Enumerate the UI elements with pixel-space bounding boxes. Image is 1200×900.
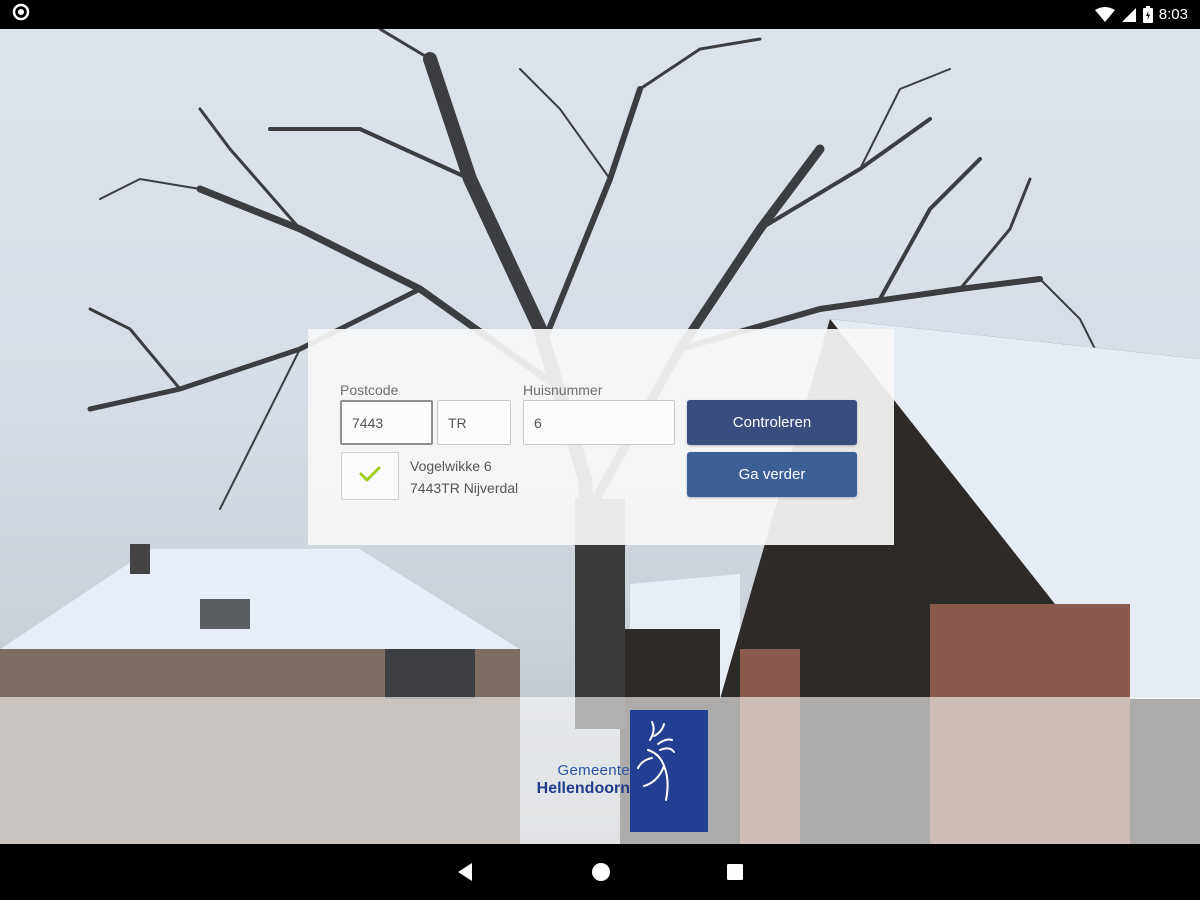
- postcode-label: Postcode: [340, 382, 399, 398]
- check-button[interactable]: Controleren: [687, 400, 857, 445]
- address-check-card: Postcode Huisnummer Controleren Ga verde…: [308, 329, 894, 545]
- huisnummer-label: Huisnummer: [523, 382, 603, 398]
- municipality-logo-text: Gemeente Hellendoorn: [500, 762, 630, 798]
- found-address: Vogelwikke 6 7443TR Nijverdal: [410, 455, 518, 499]
- navigation-bar: [0, 844, 1200, 900]
- signal-icon: [1121, 7, 1137, 23]
- recents-icon[interactable]: [726, 863, 744, 881]
- home-icon[interactable]: [591, 862, 611, 882]
- wifi-icon: [1094, 6, 1115, 23]
- deer-emblem-icon: [630, 721, 708, 836]
- notification-circle-icon: [12, 3, 30, 26]
- huisnummer-input[interactable]: [523, 400, 675, 445]
- status-bar: 8:03: [0, 0, 1200, 29]
- status-right: 8:03: [1094, 6, 1188, 23]
- logo-line-gemeente: Gemeente: [557, 762, 630, 779]
- back-icon[interactable]: [456, 862, 476, 882]
- logo-line-hellendoorn: Hellendoorn: [536, 780, 630, 797]
- checkmark-icon: [359, 465, 381, 488]
- postcode-digits-input[interactable]: [340, 400, 433, 445]
- status-left: [12, 3, 30, 26]
- address-street: Vogelwikke 6: [410, 458, 492, 474]
- logo-strip: Gemeente Hellendoorn: [0, 697, 1200, 844]
- status-time: 8:03: [1158, 6, 1188, 23]
- address-postal-city: 7443TR Nijverdal: [410, 480, 519, 496]
- verified-indicator: [341, 452, 399, 500]
- postcode-letters-input[interactable]: [437, 400, 511, 445]
- municipality-logo-block: [630, 710, 708, 832]
- battery-icon: [1142, 6, 1153, 23]
- continue-button[interactable]: Ga verder: [687, 452, 857, 497]
